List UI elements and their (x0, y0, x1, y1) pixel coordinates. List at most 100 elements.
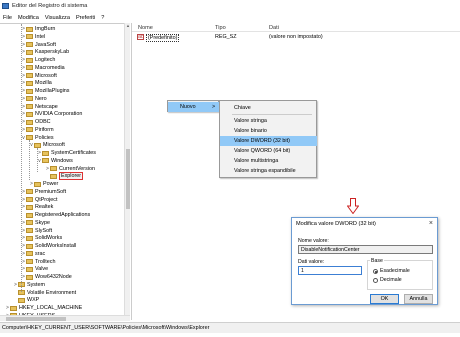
tree-item-label: Explorer (59, 172, 84, 181)
dialog-title: Modifica valore DWORD (32 bit) (296, 221, 376, 227)
tree-item-label: Windows (51, 157, 73, 164)
value-data: (valore non impostato) (269, 34, 323, 40)
title-bar: Editor del Registro di sistema (0, 0, 460, 12)
new-submenu: Chiave Valore stringa Valore binario Val… (219, 100, 317, 178)
menu-file[interactable]: File (3, 15, 12, 21)
menu-item-nuovo-label: Nuovo (180, 104, 196, 110)
menu-item-chiave-label: Chiave (234, 105, 251, 111)
folder-icon (26, 96, 33, 102)
tree-item-label: Microsoft (35, 72, 57, 79)
folder-icon (34, 181, 41, 187)
menu-item-valore-stringa-espandibile[interactable]: Valore stringa espandibile (220, 166, 317, 176)
tree-item-label: Logitech (35, 57, 56, 63)
value-type: REG_SZ (215, 34, 237, 40)
folder-icon (26, 57, 33, 63)
menu-item-valore-dword[interactable]: Valore DWORD (32 bit) (220, 136, 317, 146)
status-bar: Computer\HKEY_CURRENT_USER\SOFTWARE\Poli… (0, 322, 460, 333)
tree-item-label: Intel (35, 33, 46, 40)
folder-icon (10, 305, 17, 311)
close-icon[interactable]: × (429, 220, 433, 227)
menu-help[interactable]: ? (101, 15, 104, 21)
radio-decimale[interactable]: Decimale (373, 277, 402, 283)
tree-item-label: Netscape (35, 103, 58, 110)
radio-checked-icon[interactable] (373, 268, 378, 274)
tree-guide-line (21, 24, 22, 292)
tree-item-label: Volatile Environment (27, 289, 77, 296)
tree-item-label: HKEY_LOCAL_MACHINE (19, 305, 83, 311)
menu-item-nuovo[interactable]: Nuovo > (168, 102, 219, 112)
menu-item-valore-stringa[interactable]: Valore stringa (220, 116, 317, 126)
folder-icon (26, 111, 33, 117)
menu-item-valore-multistringa[interactable]: Valore multistringa (220, 156, 317, 166)
value-data-label: Dati valore: (298, 259, 325, 265)
menu-visualizza[interactable]: Visualizza (45, 15, 70, 21)
radio-esadecimale-label: Esadecimale (380, 268, 410, 274)
tree-item-label: srac (35, 250, 46, 257)
folder-icon (26, 104, 33, 109)
menu-item-valore-stringa-espandibile-label: Valore stringa espandibile (234, 168, 296, 174)
folder-icon (26, 189, 33, 195)
folder-icon (34, 142, 41, 148)
tree-horizontal-scrollbar[interactable] (0, 315, 130, 321)
value-name: (Predefinito) (146, 34, 180, 42)
menu-preferiti[interactable]: Preferiti (76, 15, 95, 21)
cancel-button[interactable]: Annulla (404, 294, 433, 304)
folder-icon (50, 166, 57, 171)
tree-item-label: PremiumSoft (35, 188, 67, 195)
tree-item-label: Wow6432Node (35, 274, 72, 280)
radio-decimale-label: Decimale (380, 277, 402, 283)
folder-icon (26, 197, 33, 202)
folder-icon (18, 297, 25, 303)
folder-icon (26, 26, 33, 32)
tree-item-label: NVIDIA Corporation (35, 111, 83, 118)
tree-item-label: MozillaPlugins (35, 88, 70, 94)
folder-icon (26, 49, 33, 55)
base-label: Base (370, 258, 384, 264)
radio-esadecimale[interactable]: Esadecimale (373, 268, 410, 274)
menu-item-chiave[interactable]: Chiave (220, 103, 317, 113)
list-header: Nome Tipo Dati (132, 23, 460, 32)
folder-icon (26, 259, 33, 264)
tree-item-label: Realtek (35, 204, 54, 211)
tree-item-label: ODBC (35, 119, 51, 125)
tree-item-label: CurrentVersion (59, 165, 95, 172)
folder-icon (26, 80, 33, 86)
menu-item-valore-qword[interactable]: Valore QWORD (64 bit) (220, 146, 317, 156)
folder-icon (26, 127, 33, 133)
folder-icon (26, 243, 33, 249)
folder-icon (26, 274, 33, 280)
menu-item-valore-binario[interactable]: Valore binario (220, 126, 317, 136)
folder-icon (50, 173, 57, 179)
value-name-field[interactable]: DisableNotificationCenter (298, 245, 433, 254)
folder-icon (26, 42, 33, 47)
tree-guide-line (37, 148, 38, 172)
tree-item-label: Trolltech (35, 258, 56, 265)
folder-icon (26, 73, 33, 78)
tree-item-label: Valve (35, 266, 49, 273)
tree-scroll-thumb[interactable] (126, 149, 130, 209)
list-row[interactable]: ab (Predefinito) REG_SZ (valore non impo… (132, 33, 460, 42)
value-data-field[interactable]: 1 (298, 266, 362, 275)
tree-vertical-scrollbar[interactable]: ▲ ▼ (124, 23, 130, 320)
column-header-name[interactable]: Nome (138, 25, 153, 31)
registry-path: Computer\HKEY_CURRENT_USER\SOFTWARE\Poli… (2, 325, 210, 331)
tree-item-label: WXP (27, 297, 40, 304)
tree-hscroll-thumb[interactable] (6, 317, 66, 321)
radio-unchecked-icon[interactable] (373, 277, 378, 283)
tree-item-label: SolidWorks (35, 235, 63, 242)
tree-item-label: QtProject (35, 196, 58, 203)
column-header-data[interactable]: Dati (269, 25, 279, 31)
string-value-icon: ab (137, 34, 144, 40)
menu-item-valore-dword-label: Valore DWORD (32 bit) (234, 138, 290, 144)
tree-item-label: Power (43, 181, 59, 187)
tree-item-label: Piriform (35, 126, 54, 133)
folder-icon (26, 235, 33, 241)
column-header-type[interactable]: Tipo (215, 25, 226, 31)
folder-icon (26, 266, 33, 272)
menu-item-valore-binario-label: Valore binario (234, 128, 267, 134)
edit-dword-dialog: Modifica valore DWORD (32 bit) × Nome va… (291, 217, 438, 305)
folder-icon (26, 212, 33, 218)
ok-button[interactable]: OK (370, 294, 399, 304)
menu-modifica[interactable]: Modifica (18, 15, 39, 21)
folder-icon (26, 220, 33, 226)
